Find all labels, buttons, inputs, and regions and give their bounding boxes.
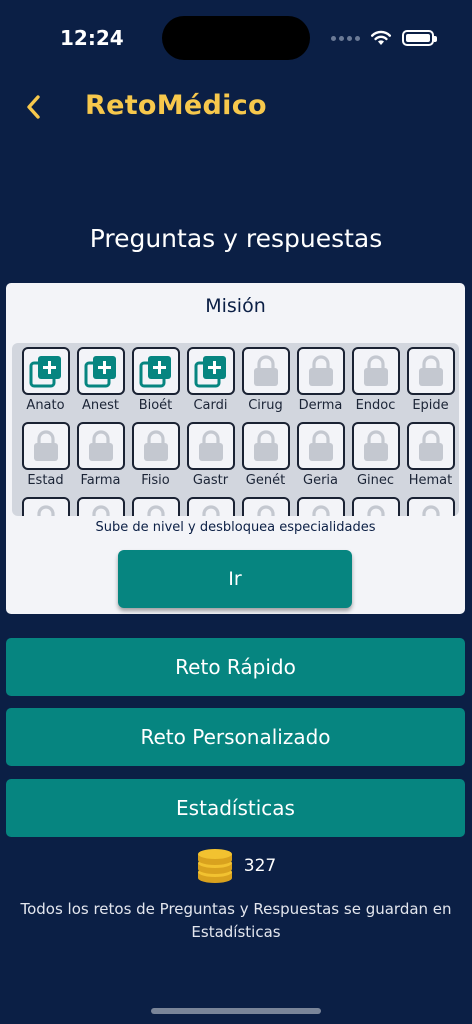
- lock-icon: [351, 497, 400, 516]
- lock-icon: [131, 497, 180, 516]
- specialty-label: Genét: [245, 473, 286, 488]
- medical-cards-icon: [21, 347, 70, 395]
- app-title: RetoMédico: [85, 90, 267, 121]
- specialty-tile[interactable]: Bioét: [128, 347, 183, 422]
- footnote-text: Todos los retos de Preguntas y Respuesta…: [20, 900, 452, 941]
- specialty-tile[interactable]: Anato: [18, 347, 73, 422]
- custom-challenge-button[interactable]: Reto Personalizado: [6, 708, 465, 766]
- medical-cards-icon: [76, 347, 125, 395]
- specialty-label: Gastr: [192, 473, 229, 488]
- specialty-tile[interactable]: [403, 497, 458, 516]
- specialty-tile[interactable]: Geria: [293, 422, 348, 497]
- lock-icon: [406, 347, 455, 395]
- specialty-label: Hemat: [408, 473, 453, 488]
- lock-icon: [186, 497, 235, 516]
- battery-icon: [402, 30, 437, 46]
- medical-cards-icon: [186, 347, 235, 395]
- lock-icon: [351, 347, 400, 395]
- status-bar: 12:24: [0, 0, 472, 78]
- specialty-tile[interactable]: [73, 497, 128, 516]
- specialty-tile[interactable]: Epide: [403, 347, 458, 422]
- specialty-tile[interactable]: Genét: [238, 422, 293, 497]
- specialty-label: Epide: [412, 398, 449, 413]
- specialty-tile[interactable]: Ginec: [348, 422, 403, 497]
- page-title: Preguntas y respuestas: [89, 224, 383, 253]
- mission-title: Misión: [205, 295, 266, 317]
- specialty-tile[interactable]: [128, 497, 183, 516]
- specialty-tile[interactable]: [183, 497, 238, 516]
- specialty-grid[interactable]: Anato Anest Bioét Cardi Cirug Derma Endoc Epide…: [12, 343, 459, 516]
- nav-bar: RetoMédico: [0, 84, 472, 130]
- home-indicator[interactable]: [151, 1008, 321, 1014]
- specialty-tile[interactable]: Cardi: [183, 347, 238, 422]
- specialty-tile[interactable]: Endoc: [348, 347, 403, 422]
- mission-hint: Sube de nivel y desbloquea especialidade…: [95, 520, 376, 535]
- quick-challenge-button[interactable]: Reto Rápido: [6, 638, 465, 696]
- specialty-grid-inner: Anato Anest Bioét Cardi Cirug Derma Endoc Epide…: [18, 347, 458, 516]
- specialty-label: Cirug: [248, 398, 283, 413]
- coin-balance: 327: [0, 848, 472, 884]
- specialty-tile[interactable]: Anest: [73, 347, 128, 422]
- specialty-tile[interactable]: Hemat: [403, 422, 458, 497]
- specialty-tile[interactable]: Cirug: [238, 347, 293, 422]
- mission-card: Misión Anato Anest Bioét Cardi Cirug Derma End…: [6, 283, 465, 614]
- specialty-label: Estad: [27, 473, 64, 488]
- lock-icon: [186, 422, 235, 470]
- specialty-tile[interactable]: [293, 497, 348, 516]
- specialty-label: Anato: [26, 398, 65, 413]
- specialty-tile[interactable]: Derma: [293, 347, 348, 422]
- lock-icon: [241, 497, 290, 516]
- specialty-label: Fisio: [141, 473, 170, 488]
- coin-stack-icon: [197, 849, 232, 883]
- specialty-tile[interactable]: [348, 497, 403, 516]
- lock-icon: [131, 422, 180, 470]
- specialty-label: Farma: [80, 473, 121, 488]
- lock-icon: [241, 347, 290, 395]
- dynamic-island: [162, 16, 310, 60]
- go-button[interactable]: Ir: [118, 550, 352, 608]
- lock-icon: [21, 497, 70, 516]
- specialty-label: Cardi: [193, 398, 228, 413]
- status-icons: [331, 30, 437, 46]
- specialty-label: Anest: [81, 398, 119, 413]
- lock-icon: [406, 497, 455, 516]
- specialty-label: Endoc: [355, 398, 396, 413]
- statistics-button[interactable]: Estadísticas: [6, 779, 465, 837]
- lock-icon: [296, 347, 345, 395]
- status-time: 12:24: [60, 26, 124, 50]
- chevron-left-icon[interactable]: [22, 90, 46, 124]
- lock-icon: [241, 422, 290, 470]
- specialty-tile[interactable]: Fisio: [128, 422, 183, 497]
- wifi-icon: [371, 30, 391, 45]
- specialty-tile[interactable]: [18, 497, 73, 516]
- lock-icon: [296, 422, 345, 470]
- specialty-label: Derma: [298, 398, 343, 413]
- specialty-tile[interactable]: Farma: [73, 422, 128, 497]
- cellular-signal-icon: [331, 35, 360, 41]
- coin-count: 327: [243, 856, 277, 876]
- lock-icon: [406, 422, 455, 470]
- specialty-label: Ginec: [356, 473, 395, 488]
- medical-cards-icon: [131, 347, 180, 395]
- specialty-tile[interactable]: [238, 497, 293, 516]
- specialty-label: Geria: [303, 473, 338, 488]
- lock-icon: [21, 422, 70, 470]
- specialty-label: Bioét: [138, 398, 173, 413]
- lock-icon: [296, 497, 345, 516]
- lock-icon: [76, 422, 125, 470]
- specialty-tile[interactable]: Estad: [18, 422, 73, 497]
- lock-icon: [76, 497, 125, 516]
- specialty-tile[interactable]: Gastr: [183, 422, 238, 497]
- lock-icon: [351, 422, 400, 470]
